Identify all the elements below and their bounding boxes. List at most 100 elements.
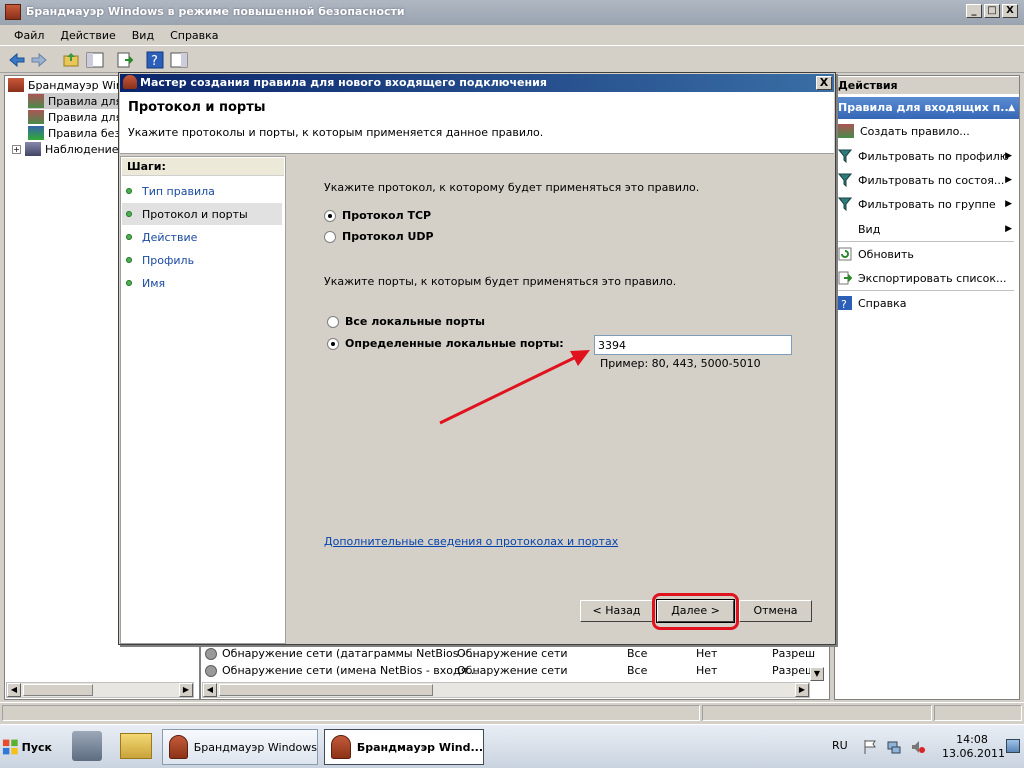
expand-icon[interactable]: + — [12, 144, 21, 154]
radio-all-local-ports[interactable]: Все локальные порты — [327, 315, 485, 328]
actions-pane — [834, 75, 1020, 700]
menu-help[interactable]: Справка — [162, 29, 226, 42]
table-row[interactable]: Обнаружение сети (имена NetBios - входя.… — [205, 664, 815, 680]
forward-arrow-icon[interactable] — [30, 51, 48, 69]
status-cell-right — [934, 705, 1022, 721]
back-button[interactable]: < Назад — [580, 600, 653, 622]
step-action[interactable]: Действие — [122, 226, 282, 248]
svg-text:?: ? — [841, 298, 847, 310]
outbound-rules-icon — [28, 110, 44, 124]
help-icon[interactable]: ? — [146, 51, 164, 69]
main-window-title: Брандмауэр Windows в режиме повышенной б… — [26, 5, 405, 18]
protocol-prompt: Укажите протокол, к которому будет приме… — [324, 181, 700, 194]
start-button[interactable]: Пуск — [2, 735, 52, 759]
ports-input[interactable] — [594, 335, 792, 355]
scroll-down-icon[interactable]: ▼ — [810, 667, 824, 681]
show-hide-action-pane-icon[interactable] — [170, 51, 188, 69]
tree-node-outbound-rules[interactable]: Правила для — [28, 109, 122, 125]
actions-subheader-label: Правила для входящих п... — [838, 101, 1013, 114]
rule-action: Разреш — [772, 664, 816, 677]
radio-indicator[interactable] — [324, 230, 336, 243]
menu-action[interactable]: Действие — [52, 29, 123, 42]
close-button[interactable]: X — [1002, 4, 1018, 18]
table-row[interactable]: Обнаружение сети (датаграммы NetBios - .… — [205, 647, 815, 663]
dialog-header: Протокол и порты Укажите протоколы и пор… — [120, 92, 834, 154]
filter-icon — [838, 149, 852, 163]
server-manager-icon[interactable] — [72, 731, 102, 761]
action-filter-state[interactable]: Фильтровать по состоя... ▶ — [838, 170, 1016, 190]
taskbar-item-firewall-active[interactable]: Брандмауэр Wind... — [324, 729, 484, 765]
radio-indicator[interactable] — [324, 209, 336, 222]
menu-file[interactable]: Файл — [6, 29, 52, 42]
scroll-right-icon[interactable]: ▶ — [179, 683, 193, 697]
tree-node-monitoring[interactable]: + Наблюдение — [12, 141, 119, 157]
main-window-titlebar[interactable]: Брандмауэр Windows в режиме повышенной б… — [0, 0, 1024, 25]
more-info-link[interactable]: Дополнительные сведения о протоколах и п… — [324, 535, 618, 548]
submenu-arrow-icon: ▶ — [1005, 224, 1012, 234]
radio-protocol-udp[interactable]: Протокол UDP — [324, 230, 434, 243]
show-desktop-icon[interactable] — [1006, 739, 1020, 753]
radio-protocol-tcp[interactable]: Протокол TCP — [324, 209, 431, 222]
action-new-rule[interactable]: Создать правило... — [838, 121, 1016, 141]
menu-view[interactable]: Вид — [124, 29, 162, 42]
volume-muted-icon[interactable] — [910, 739, 926, 755]
step-name[interactable]: Имя — [122, 272, 282, 294]
back-arrow-icon[interactable] — [8, 51, 26, 69]
help-icon: ? — [838, 296, 852, 310]
scroll-left-icon[interactable]: ◀ — [7, 683, 21, 697]
step-label: Имя — [142, 276, 166, 290]
annotation-highlight-ring — [652, 593, 739, 630]
action-filter-group[interactable]: Фильтровать по группе ▶ — [838, 194, 1016, 214]
step-profile[interactable]: Профиль — [122, 249, 282, 271]
action-label: Создать правило... — [860, 124, 970, 138]
task-label: Брандмауэр Windows — [193, 740, 317, 754]
tree-node-label: Правила для — [48, 94, 123, 108]
action-export-list[interactable]: Экспортировать список... — [838, 268, 1016, 288]
tree-node-inbound-rules[interactable]: Правила для — [28, 93, 123, 109]
scroll-right-icon[interactable]: ▶ — [795, 683, 809, 697]
export-list-icon[interactable] — [116, 51, 134, 69]
tree-node-connection-security[interactable]: Правила безо — [28, 125, 127, 141]
scroll-thumb[interactable] — [23, 684, 93, 696]
action-filter-profile[interactable]: Фильтровать по профилю ▶ — [838, 146, 1016, 166]
actions-header: Действия — [835, 77, 1019, 94]
monitoring-icon — [25, 142, 41, 156]
collapse-up-icon[interactable]: ▲ — [1008, 97, 1015, 119]
minimize-button[interactable]: _ — [966, 4, 982, 18]
firewall-icon — [331, 735, 351, 759]
radio-indicator[interactable] — [327, 337, 339, 350]
scroll-thumb[interactable] — [219, 684, 433, 696]
up-folder-icon[interactable] — [62, 51, 80, 69]
dialog-close-button[interactable]: X — [816, 76, 832, 90]
dialog-heading: Протокол и порты — [128, 100, 266, 115]
firewall-app-icon — [5, 4, 21, 20]
rule-status-icon — [205, 648, 217, 660]
tree-horizontal-scrollbar[interactable]: ◀ ▶ — [6, 682, 194, 698]
action-view[interactable]: Вид ▶ — [838, 219, 1016, 239]
actions-subheader[interactable]: Правила для входящих п... ▲ — [835, 97, 1019, 119]
clock[interactable]: 14:08 13.06.2011 — [942, 733, 1005, 761]
radio-indicator[interactable] — [327, 315, 339, 328]
step-rule-type[interactable]: Тип правила — [122, 180, 282, 202]
action-refresh[interactable]: Обновить — [838, 244, 1016, 264]
taskbar-item-firewall[interactable]: Брандмауэр Windows — [162, 729, 318, 765]
cancel-button[interactable]: Отмена — [739, 600, 812, 622]
language-indicator[interactable]: RU — [832, 739, 848, 752]
action-center-flag-icon[interactable] — [862, 739, 878, 755]
step-protocol-ports[interactable]: Протокол и порты — [122, 203, 282, 225]
step-status-icon — [126, 280, 132, 286]
divider — [838, 290, 1014, 291]
menubar: Файл Действие Вид Справка — [0, 25, 1024, 45]
action-help[interactable]: ? Справка — [838, 293, 1016, 313]
scroll-left-icon[interactable]: ◀ — [203, 683, 217, 697]
maximize-button[interactable]: □ — [984, 4, 1000, 18]
show-hide-tree-icon[interactable] — [86, 51, 104, 69]
tree-node-label: Правила для — [48, 110, 123, 124]
explorer-folder-icon[interactable] — [120, 733, 152, 759]
action-label: Экспортировать список... — [858, 271, 1007, 285]
list-horizontal-scrollbar[interactable]: ◀ ▶ — [202, 682, 810, 698]
network-icon[interactable] — [886, 739, 902, 755]
rule-profile: Все — [627, 664, 648, 677]
filter-icon — [838, 197, 852, 211]
dialog-titlebar[interactable]: Мастер создания правила для нового входя… — [120, 74, 834, 92]
